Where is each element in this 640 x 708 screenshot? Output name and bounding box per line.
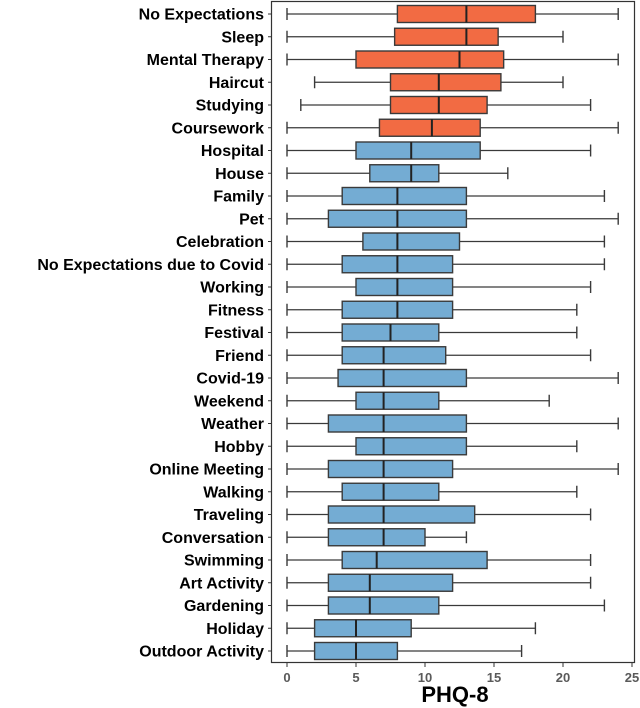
x-axis-title: PHQ-8: [421, 682, 488, 707]
category-label: Online Meeting: [149, 462, 264, 479]
box-no-expectations-due-to-covid: [286, 255, 606, 274]
boxplot-chart: No Expectations Sleep Mental Therapy Haircu…: [37, 0, 639, 707]
box-no-expectations: [286, 4, 619, 24]
category-label: Coursework: [172, 120, 265, 137]
box-sleep: [286, 27, 564, 46]
category-label: House: [215, 166, 264, 183]
iqr-box: [327, 459, 454, 479]
category-label: Pet: [239, 211, 265, 228]
category-label: Festival: [204, 325, 264, 342]
box-friend: [286, 346, 592, 365]
box-hobby: [286, 437, 578, 456]
iqr-box: [327, 528, 426, 547]
category-label: No Expectations: [139, 7, 264, 24]
boxes-layer: [286, 4, 619, 661]
iqr-box: [327, 596, 440, 615]
category-label: Celebration: [176, 234, 264, 251]
box-swimming: [286, 550, 592, 570]
x-tick-label: 20: [556, 670, 570, 685]
x-tick-label: 5: [352, 670, 359, 685]
category-label: Art Activity: [179, 575, 264, 592]
box-studying: [300, 95, 592, 115]
box-festival: [286, 323, 578, 342]
box-fitness: [286, 300, 578, 319]
iqr-box: [327, 414, 468, 433]
iqr-box: [341, 550, 488, 570]
box-covid-19: [286, 368, 619, 388]
iqr-box: [355, 277, 454, 297]
iqr-box: [341, 482, 440, 501]
category-label: Conversation: [162, 530, 264, 547]
box-conversation: [286, 528, 468, 547]
box-coursework: [286, 118, 619, 137]
category-label: Swimming: [184, 553, 264, 570]
iqr-box: [327, 573, 454, 592]
iqr-box: [389, 73, 502, 92]
category-label: Weather: [201, 416, 264, 433]
iqr-box: [378, 118, 481, 137]
iqr-box: [355, 391, 440, 410]
iqr-box: [327, 505, 476, 524]
box-house: [286, 164, 509, 183]
category-label: Family: [213, 189, 264, 206]
box-celebration: [286, 232, 606, 251]
iqr-box: [313, 619, 412, 638]
category-labels: No Expectations Sleep Mental Therapy Haircu…: [37, 7, 272, 661]
box-online-meeting: [286, 459, 619, 479]
x-tick-label: 0: [283, 670, 290, 685]
box-mental-therapy: [286, 50, 619, 69]
box-traveling: [286, 505, 592, 524]
box-holiday: [286, 619, 537, 638]
category-label: Mental Therapy: [147, 52, 264, 69]
category-label: Weekend: [194, 393, 264, 410]
iqr-box: [341, 186, 468, 206]
box-outdoor-activity: [286, 641, 523, 661]
category-label: Friend: [215, 348, 264, 365]
box-hospital: [286, 141, 592, 160]
category-label: Hobby: [214, 439, 264, 456]
box-gardening: [286, 596, 606, 615]
box-working: [286, 277, 592, 297]
category-label: Covid-19: [196, 371, 264, 388]
box-art-activity: [286, 573, 592, 592]
box-family: [286, 186, 606, 206]
category-label: Studying: [196, 98, 264, 115]
iqr-box: [369, 164, 440, 183]
category-label: Haircut: [209, 75, 265, 92]
box-weather: [286, 414, 619, 433]
iqr-box: [393, 27, 499, 46]
x-tick-label: 25: [625, 670, 639, 685]
iqr-box: [341, 346, 447, 365]
category-label: Hospital: [201, 143, 264, 160]
box-pet: [286, 209, 619, 228]
category-label: Gardening: [184, 598, 264, 615]
x-tick-label: 15: [487, 670, 501, 685]
category-label: Fitness: [208, 302, 264, 319]
box-weekend: [286, 391, 550, 410]
iqr-box: [355, 141, 481, 160]
box-haircut: [313, 73, 564, 92]
iqr-box: [362, 232, 461, 251]
iqr-box: [355, 437, 468, 456]
category-label: Outdoor Activity: [139, 644, 264, 661]
category-label: Traveling: [194, 507, 264, 524]
category-label: Sleep: [221, 29, 264, 46]
category-label: Holiday: [206, 621, 264, 638]
category-label: No Expectations due to Covid: [37, 257, 264, 274]
box-walking: [286, 482, 578, 501]
category-label: Walking: [203, 484, 264, 501]
iqr-box: [355, 50, 505, 69]
category-label: Working: [200, 280, 264, 297]
iqr-box: [337, 368, 468, 388]
